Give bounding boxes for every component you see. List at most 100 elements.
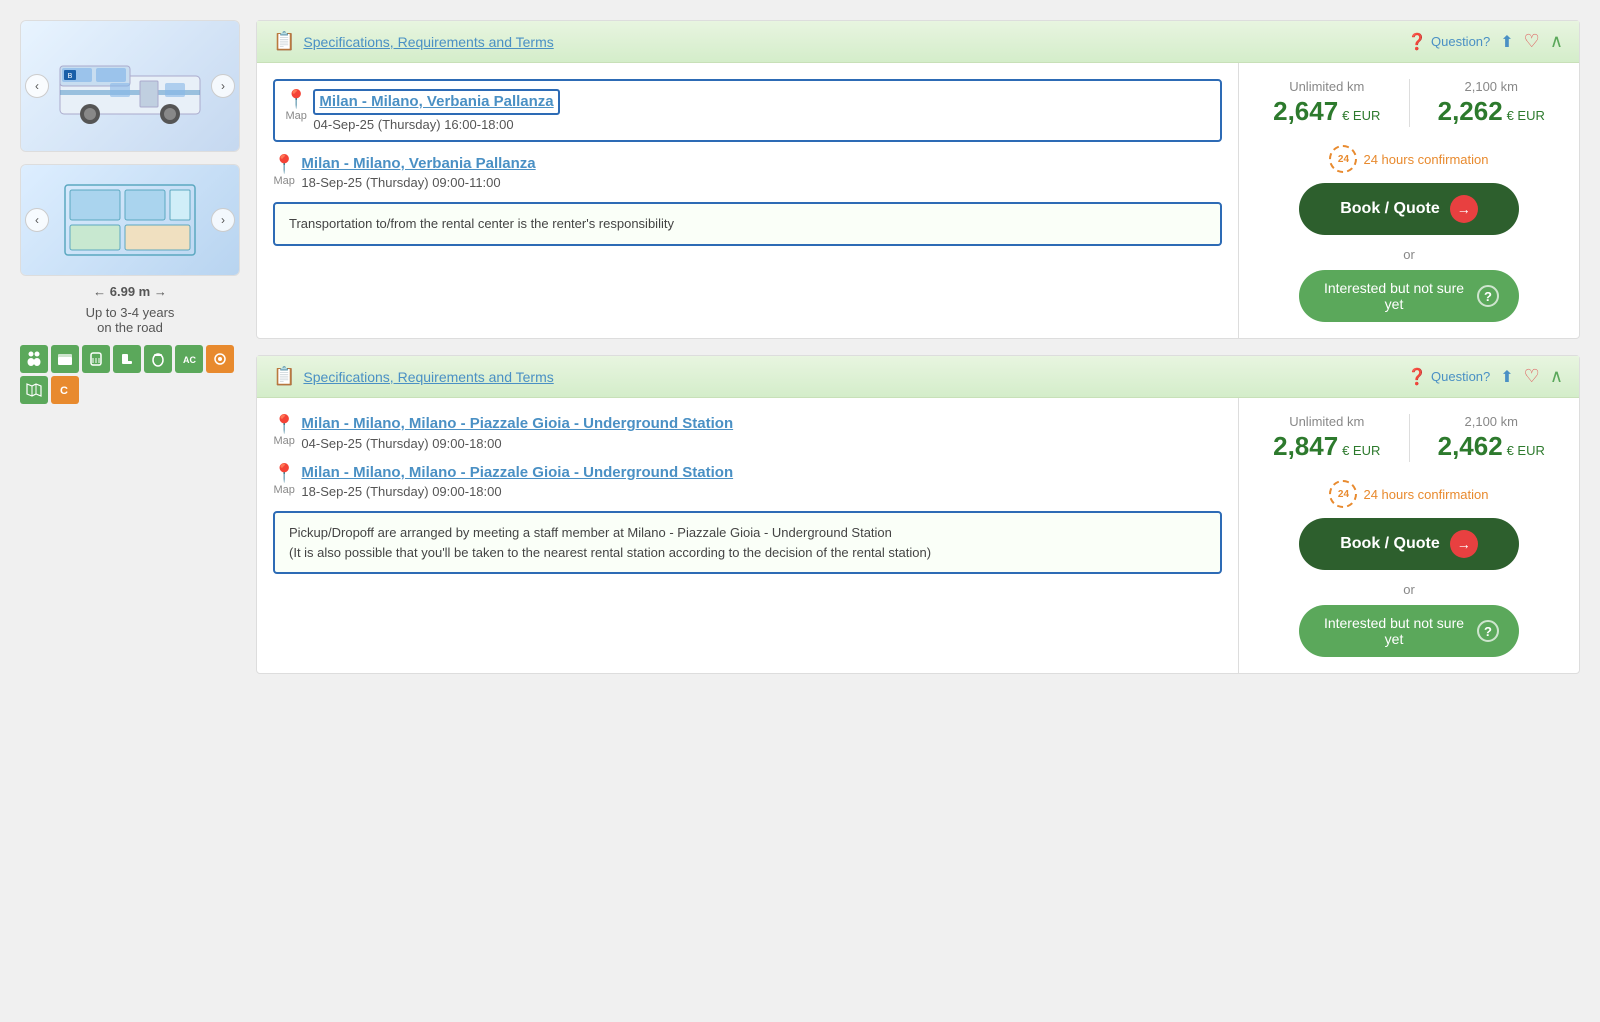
- km-label-1: 2,100 km: [1420, 79, 1564, 94]
- doc-icon-2: 📋: [273, 366, 295, 387]
- unlimited-label-2: Unlimited km: [1255, 414, 1399, 429]
- floorplan-image: [21, 165, 239, 275]
- book-arrow-2: →: [1450, 530, 1478, 558]
- map-label-dropoff-2: Map: [274, 484, 295, 496]
- pickup-location-2: 📍 Map Milan - Milano, Milano - Piazzale …: [273, 414, 1222, 451]
- unlimited-price-1: 2,647: [1273, 96, 1338, 126]
- prev-floorplan-button[interactable]: ‹: [25, 208, 49, 232]
- floorplan-svg: [60, 180, 200, 260]
- km-price-2: 2,462: [1438, 431, 1503, 461]
- share-icon-1[interactable]: ⬆: [1500, 32, 1513, 52]
- unlimited-currency-2: € EUR: [1342, 443, 1380, 458]
- floorplan-box: ‹ ›: [20, 164, 240, 276]
- confirmation-circle-1: 24: [1329, 145, 1357, 173]
- pickup-date-2: 04-Sep-25 (Thursday) 09:00-18:00: [301, 436, 733, 451]
- km-price-col-2: 2,100 km 2,462 € EUR: [1420, 414, 1564, 462]
- svg-text:AC: AC: [183, 355, 196, 365]
- amenity-c: C: [51, 376, 79, 404]
- svg-text:B: B: [68, 73, 73, 80]
- pin-icon-dropoff-1: 📍: [273, 154, 295, 175]
- card-header-1: 📋 Specifications, Requirements and Terms…: [257, 21, 1579, 63]
- svg-text:C: C: [60, 385, 68, 397]
- vehicle-image-box: B ‹ ›: [20, 20, 240, 152]
- unlimited-price-col-1: Unlimited km 2,647 € EUR: [1255, 79, 1399, 127]
- transport-note-1: Transportation to/from the rental center…: [273, 202, 1222, 246]
- road-years: Up to 3-4 years on the road: [20, 305, 240, 335]
- confirmation-badge-2: 24 24 hours confirmation: [1329, 480, 1488, 508]
- next-image-button[interactable]: ›: [211, 74, 235, 98]
- listing-card-1: 📋 Specifications, Requirements and Terms…: [256, 20, 1580, 339]
- specs-link-2[interactable]: Specifications, Requirements and Terms: [303, 369, 553, 385]
- heart-icon-2[interactable]: ♡: [1524, 366, 1540, 387]
- dropoff-location-2: 📍 Map Milan - Milano, Milano - Piazzale …: [273, 463, 1222, 500]
- heart-icon-1[interactable]: ♡: [1524, 31, 1540, 52]
- doc-icon-1: 📋: [273, 31, 295, 52]
- main-content: 📋 Specifications, Requirements and Terms…: [256, 20, 1580, 690]
- book-button-2[interactable]: Book / Quote →: [1299, 518, 1519, 570]
- card-header-2: 📋 Specifications, Requirements and Terms…: [257, 356, 1579, 398]
- amenity-ac: AC: [175, 345, 203, 373]
- transport-note-2: Pickup/Dropoff are arranged by meeting a…: [273, 511, 1222, 574]
- card-body-2: 📍 Map Milan - Milano, Milano - Piazzale …: [257, 398, 1579, 673]
- pickup-location-1: 📍 Map Milan - Milano, Verbania Pallanza …: [273, 79, 1222, 142]
- map-label-pickup-2: Map: [274, 435, 295, 447]
- interested-question-1: ?: [1477, 285, 1499, 307]
- km-currency-1: € EUR: [1507, 108, 1545, 123]
- listing-card-2: 📋 Specifications, Requirements and Terms…: [256, 355, 1580, 674]
- collapse-icon-2[interactable]: ∧: [1550, 366, 1563, 387]
- dropoff-location-1: 📍 Map Milan - Milano, Verbania Pallanza …: [273, 154, 1222, 191]
- vehicle-image: B: [21, 21, 239, 151]
- km-label-2: 2,100 km: [1420, 414, 1564, 429]
- pricing-section-2: Unlimited km 2,847 € EUR 2,100 km: [1255, 414, 1563, 468]
- book-button-1[interactable]: Book / Quote →: [1299, 183, 1519, 235]
- confirmation-badge-1: 24 24 hours confirmation: [1329, 145, 1488, 173]
- amenity-map: [20, 376, 48, 404]
- pricing-section-1: Unlimited km 2,647 € EUR 2,100 km: [1255, 79, 1563, 133]
- question-button-2[interactable]: ❓ Question?: [1407, 367, 1490, 387]
- pickup-date-1: 04-Sep-25 (Thursday) 16:00-18:00: [313, 117, 559, 132]
- pin-icon-dropoff-2: 📍: [273, 463, 295, 484]
- confirmation-text-1: 24 hours confirmation: [1363, 152, 1488, 167]
- amenity-bed: [51, 345, 79, 373]
- map-label-pickup-1: Map: [286, 110, 307, 122]
- unlimited-price-2: 2,847: [1273, 431, 1338, 461]
- pin-icon-pickup-1: 📍: [285, 89, 307, 110]
- confirmation-circle-2: 24: [1329, 480, 1357, 508]
- amenity-seat: [113, 345, 141, 373]
- dropoff-link-1[interactable]: Milan - Milano, Verbania Pallanza: [301, 154, 535, 174]
- interested-question-2: ?: [1477, 620, 1499, 642]
- interested-button-1[interactable]: Interested but not sure yet ?: [1299, 270, 1519, 322]
- pickup-link-1[interactable]: Milan - Milano, Verbania Pallanza: [319, 92, 553, 112]
- card-left-1: 📍 Map Milan - Milano, Verbania Pallanza …: [257, 63, 1239, 338]
- amenity-auto: [206, 345, 234, 373]
- pickup-link-2[interactable]: Milan - Milano, Milano - Piazzale Gioia …: [301, 414, 733, 434]
- question-button-1[interactable]: ❓ Question?: [1407, 32, 1490, 52]
- prev-image-button[interactable]: ‹: [25, 74, 49, 98]
- collapse-icon-1[interactable]: ∧: [1550, 31, 1563, 52]
- interested-button-2[interactable]: Interested but not sure yet ?: [1299, 605, 1519, 657]
- card-right-2: Unlimited km 2,847 € EUR 2,100 km: [1239, 398, 1579, 673]
- book-arrow-1: →: [1450, 195, 1478, 223]
- dropoff-link-2[interactable]: Milan - Milano, Milano - Piazzale Gioia …: [301, 463, 733, 483]
- confirmation-text-2: 24 hours confirmation: [1363, 487, 1488, 502]
- share-icon-2[interactable]: ⬆: [1500, 367, 1513, 387]
- dropoff-date-2: 18-Sep-25 (Thursday) 09:00-18:00: [301, 484, 733, 499]
- map-label-dropoff-1: Map: [274, 175, 295, 187]
- question-icon-2: ❓: [1407, 367, 1427, 387]
- card-left-2: 📍 Map Milan - Milano, Milano - Piazzale …: [257, 398, 1239, 673]
- amenity-icons: AC C: [20, 345, 240, 404]
- next-floorplan-button[interactable]: ›: [211, 208, 235, 232]
- vehicle-svg: B: [50, 46, 210, 126]
- card-body-1: 📍 Map Milan - Milano, Verbania Pallanza …: [257, 63, 1579, 338]
- unlimited-price-col-2: Unlimited km 2,847 € EUR: [1255, 414, 1399, 462]
- amenity-passengers: [20, 345, 48, 373]
- specs-link-1[interactable]: Specifications, Requirements and Terms: [303, 34, 553, 50]
- pin-icon-pickup-2: 📍: [273, 414, 295, 435]
- km-price-col-1: 2,100 km 2,262 € EUR: [1420, 79, 1564, 127]
- km-price-1: 2,262: [1438, 96, 1503, 126]
- or-text-2: or: [1403, 582, 1415, 597]
- dropoff-date-1: 18-Sep-25 (Thursday) 09:00-11:00: [301, 175, 535, 190]
- vehicle-dimensions: ← 6.99 m →: [20, 284, 240, 299]
- unlimited-currency-1: € EUR: [1342, 108, 1380, 123]
- or-text-1: or: [1403, 247, 1415, 262]
